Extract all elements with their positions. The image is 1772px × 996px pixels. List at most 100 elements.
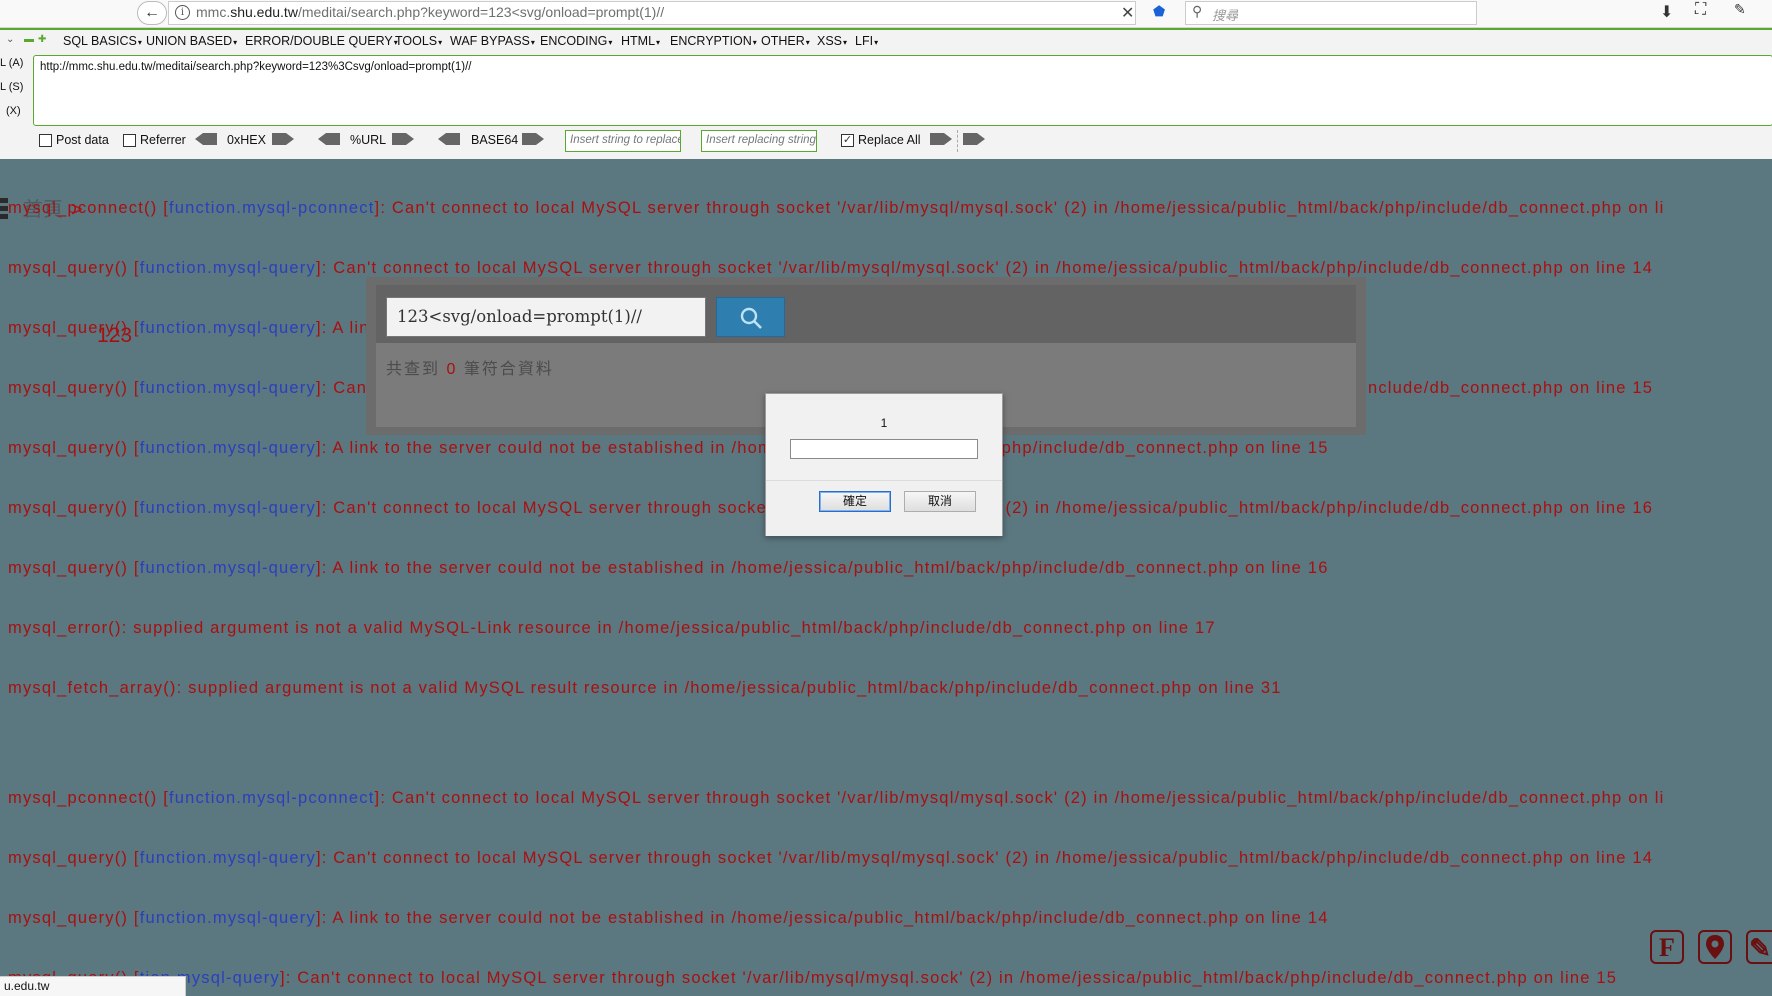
replace-string-input[interactable]: Insert string to replace — [565, 130, 681, 152]
menu-sql-basics[interactable]: SQL BASICS — [63, 34, 142, 48]
hackbar-url-textarea[interactable]: http://mmc.shu.edu.tw/meditai/search.php… — [33, 55, 1772, 126]
base64-encode-arrow-icon[interactable] — [522, 133, 544, 145]
address-bar[interactable]: i mmc.shu.edu.tw/meditai/search.php?keyw… — [168, 1, 1136, 25]
function-link[interactable]: function.mysql-query — [140, 909, 316, 927]
function-link[interactable]: function.mysql-pconnect — [169, 199, 375, 217]
function-link[interactable]: function.mysql-query — [140, 259, 316, 277]
error-prefix: mysql_fetch_array(): supplied argument i… — [8, 679, 1282, 697]
error-line: mysql_error(): supplied argument is not … — [8, 619, 1216, 638]
error-message: ]: A link to the server could not be est… — [315, 909, 1329, 927]
page-content: 首頁 > mysql_pconnect() [function.mysql-pco… — [0, 159, 1772, 996]
error-line: mysql_query() [function.mysql-query]: Ca… — [8, 259, 1653, 278]
error-message: ]: Can't connect to local MySQL server t… — [279, 969, 1618, 987]
url-encode-arrow-icon[interactable] — [392, 133, 414, 145]
error-message: ]: Can't connect to local MySQL server t… — [315, 849, 1654, 867]
prompt-input[interactable] — [790, 439, 978, 459]
address-text: mmc.shu.edu.tw/meditai/search.php?keywor… — [196, 4, 665, 20]
menu-xss[interactable]: XSS — [817, 34, 847, 48]
referrer-checkbox[interactable] — [123, 134, 136, 147]
menu-waf-bypass[interactable]: WAF BYPASS — [450, 34, 535, 48]
collapse-icon[interactable]: ⌄ — [6, 34, 14, 45]
search-icon: ⚲ — [1192, 3, 1203, 19]
url-domain: shu.edu.tw — [230, 4, 298, 20]
error-prefix: mysql_query() [ — [8, 909, 140, 927]
menu-other[interactable]: OTHER — [761, 34, 810, 48]
info-icon[interactable]: i — [175, 5, 190, 20]
menu-encryption[interactable]: ENCRYPTION — [670, 34, 757, 48]
plus-icon[interactable]: ✚ — [38, 34, 46, 45]
prompt-message: 1 — [880, 416, 888, 430]
function-link[interactable]: function.mysql-query — [140, 379, 316, 397]
function-link[interactable]: function.mysql-query — [140, 439, 316, 457]
replace-execute-arrow-icon[interactable] — [963, 133, 985, 145]
error-prefix: mysql_pconnect() [ — [8, 789, 169, 807]
menu-union-based[interactable]: UNION BASED — [146, 34, 237, 48]
load-url-button[interactable]: L (A) — [0, 57, 23, 69]
function-link[interactable]: function.mysql-query — [140, 319, 316, 337]
menu-encoding[interactable]: ENCODING — [540, 34, 612, 48]
minus-icon[interactable]: ▬ — [24, 34, 34, 45]
search-submit-button[interactable] — [716, 297, 785, 337]
hackbar-panel: ⌄ ▬ ✚ SQL BASICS UNION BASED ERROR/DOUBL… — [0, 28, 1772, 161]
map-pin-glyph — [1706, 935, 1724, 959]
screenshot-icon[interactable]: ⛶ — [1695, 1, 1706, 19]
replacing-string-input[interactable]: Insert replacing string — [701, 130, 817, 152]
result-prefix: 共查到 — [386, 361, 441, 378]
menu-tools[interactable]: TOOLS — [395, 34, 442, 48]
hex-encode-arrow-icon[interactable] — [272, 133, 294, 145]
replace-arrow-icon[interactable] — [930, 133, 952, 145]
replace-all-checkbox[interactable]: ✓ — [841, 134, 854, 147]
error-line: mysql_query() [tion.mysql-query]: Can't … — [8, 969, 1617, 988]
pencil-icon[interactable]: ✎ — [1746, 930, 1772, 964]
split-url-button[interactable]: L (S) — [0, 81, 23, 93]
url-path: /meditai/search.php?keyword=123<svg/onlo… — [297, 4, 665, 20]
browser-search-box[interactable]: ⚲ 搜尋 — [1185, 1, 1477, 25]
url-encode-label: %URL — [350, 133, 387, 147]
execute-button[interactable]: (X) — [6, 105, 21, 117]
hex-label: 0xHEX — [227, 133, 266, 147]
map-pin-icon[interactable] — [1698, 930, 1732, 964]
error-line: mysql_pconnect() [function.mysql-pconnec… — [8, 199, 1664, 218]
menu-icon[interactable] — [0, 198, 8, 220]
url-decode-arrow-icon[interactable] — [318, 133, 340, 145]
post-data-checkbox[interactable] — [39, 134, 52, 147]
hex-decode-arrow-icon[interactable] — [195, 133, 217, 145]
ok-button[interactable]: 確定 — [819, 491, 891, 512]
error-line: mysql_query() [function.mysql-query]: A … — [8, 439, 1329, 458]
facebook-icon[interactable]: F — [1650, 930, 1684, 964]
error-line: mysql_pconnect() [function.mysql-pconnec… — [8, 789, 1664, 808]
status-bar: u.edu.tw — [0, 976, 186, 996]
extension-icon[interactable]: ✎ — [1734, 1, 1746, 18]
menu-html[interactable]: HTML — [621, 34, 660, 48]
error-prefix: mysql_query() [ — [8, 559, 140, 577]
search-placeholder: 搜尋 — [1212, 8, 1239, 23]
download-icon[interactable]: ⬇ — [1660, 2, 1673, 22]
separator — [957, 130, 958, 152]
referrer-label: Referrer — [140, 133, 186, 147]
browser-toolbar: ← i mmc.shu.edu.tw/meditai/search.php?ke… — [0, 0, 1772, 28]
back-button[interactable]: ← — [137, 1, 167, 25]
function-link[interactable]: function.mysql-pconnect — [169, 789, 375, 807]
function-link[interactable]: function.mysql-query — [140, 849, 316, 867]
function-link[interactable]: function.mysql-query — [140, 559, 316, 577]
post-data-label: Post data — [56, 133, 109, 147]
cancel-button[interactable]: 取消 — [904, 491, 976, 512]
error-line: mysql_fetch_array(): supplied argument i… — [8, 679, 1282, 698]
replace-all-label: Replace All — [858, 133, 921, 147]
menu-error-double-query[interactable]: ERROR/DOUBLE QUERY — [245, 34, 398, 48]
base64-decode-arrow-icon[interactable] — [438, 133, 460, 145]
shield-icon[interactable]: ⬟ — [1153, 3, 1169, 19]
error-message: ]: Can't connect to local MySQL server t… — [374, 789, 1665, 807]
error-message: ]: A link to the server could not be est… — [315, 559, 1329, 577]
close-icon[interactable]: ✕ — [1121, 3, 1134, 23]
result-count: 0 — [446, 361, 458, 378]
hackbar-options-row: Post data Referrer 0xHEX %URL BASE64 Ins… — [0, 128, 1772, 152]
keyword-search-input[interactable]: 123<svg/onload=prompt(1)// — [386, 297, 706, 337]
menu-lfi[interactable]: LFI — [855, 34, 878, 48]
prompt-dialog: 1 確定 取消 — [765, 393, 1003, 536]
function-link[interactable]: function.mysql-query — [140, 499, 316, 517]
error-prefix: mysql_query() [ — [8, 849, 140, 867]
error-prefix: mysql_query() [ — [8, 499, 140, 517]
error-prefix: mysql_pconnect() [ — [8, 199, 169, 217]
error-prefix: mysql_query() [ — [8, 259, 140, 277]
